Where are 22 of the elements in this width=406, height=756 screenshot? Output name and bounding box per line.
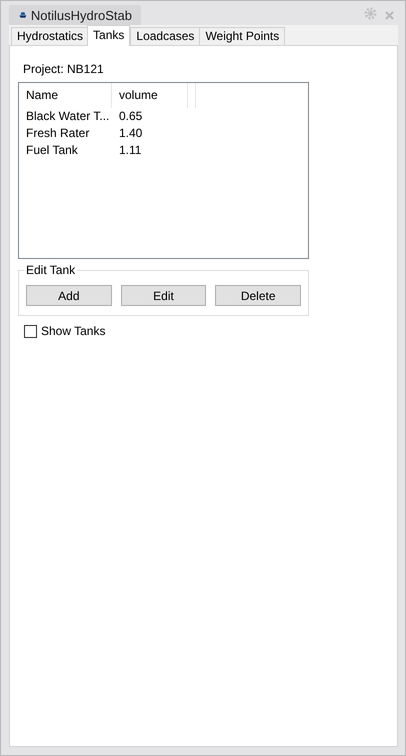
tab[interactable]: Hydrostatics: [11, 27, 90, 45]
window-title: NotilusHydroStab: [30, 8, 132, 22]
action-button[interactable]: Delete: [215, 285, 302, 306]
checkbox[interactable]: [24, 324, 37, 338]
close-icon[interactable]: [385, 11, 394, 20]
tab[interactable]: Loadcases: [130, 27, 200, 45]
table-cell-text: Fuel Tank: [25, 142, 79, 159]
window-tab[interactable]: NotilusHydroStab: [9, 5, 141, 25]
project-label: Project: NB121: [22, 62, 105, 78]
action-button[interactable]: Add: [26, 285, 112, 306]
table-cell-text: 0.65: [118, 108, 144, 125]
tab[interactable]: Tanks: [87, 25, 130, 46]
column-header[interactable]: volume: [112, 83, 188, 108]
column-header[interactable]: Name: [19, 83, 112, 108]
settings-icon[interactable]: [364, 7, 377, 20]
checkbox-label[interactable]: Show Tanks: [41, 324, 106, 338]
table-cell-text: Black Water T...: [25, 108, 110, 125]
table-cell-text: 1.40: [118, 125, 144, 142]
action-button[interactable]: Edit: [120, 285, 206, 306]
table-cell-text: Fresh Rater: [25, 125, 90, 142]
tab[interactable]: Weight Points: [199, 27, 286, 45]
table-cell-text: 1.11: [118, 142, 142, 159]
